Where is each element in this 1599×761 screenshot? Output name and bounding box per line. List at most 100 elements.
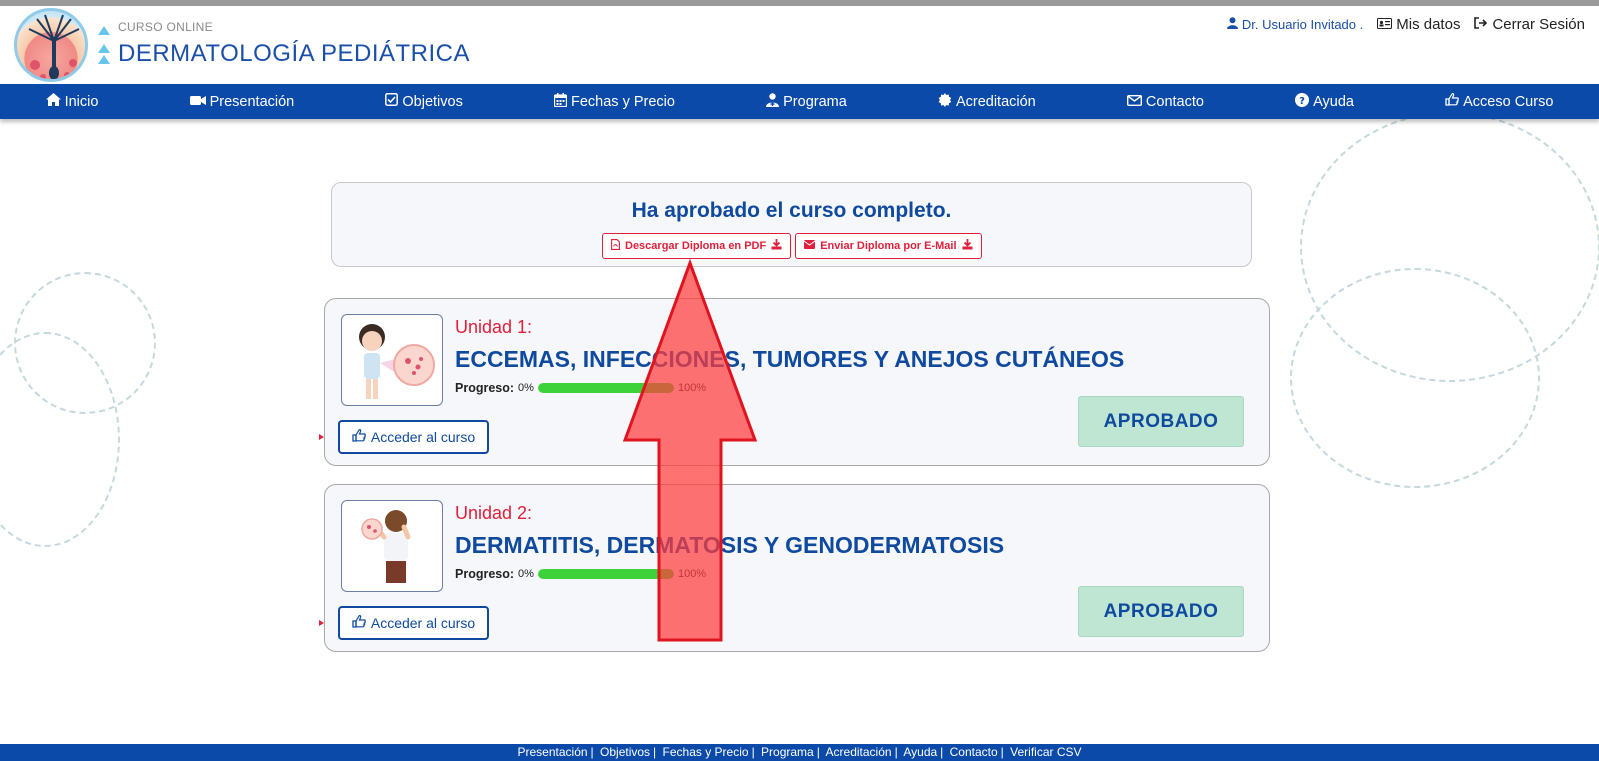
check-square-icon xyxy=(385,93,399,110)
main-nav: Inicio Presentación Objetivos Fechas y P… xyxy=(0,84,1599,119)
status-badge: APROBADO xyxy=(1078,586,1244,637)
access-course-label: Acceder al curso xyxy=(370,429,476,445)
brand-subtitle: CURSO ONLINE xyxy=(118,20,213,34)
footer-link-programa[interactable]: Programa xyxy=(761,745,814,759)
download-pdf-label: Descargar Diploma en PDF xyxy=(625,240,767,252)
decorative-circle-right-2 xyxy=(1290,268,1540,488)
video-camera-icon xyxy=(189,94,206,110)
user-icon xyxy=(1226,17,1238,32)
brand-triangle-icon xyxy=(98,44,110,53)
access-course-label: Acceder al curso xyxy=(370,615,476,631)
nav-item-programa[interactable]: Programa xyxy=(766,92,847,111)
footer-separator: | xyxy=(894,745,898,759)
red-marker-icon xyxy=(319,620,324,626)
unit-2-illustration xyxy=(341,500,443,592)
send-email-label: Enviar Diploma por E-Mail xyxy=(820,240,957,252)
red-marker-icon xyxy=(319,434,324,440)
hand-pointer-icon xyxy=(1445,93,1459,110)
progress-label: Progreso: xyxy=(455,381,515,395)
footer-separator: | xyxy=(940,745,944,759)
progress-bar xyxy=(537,569,674,579)
unit-label: Unidad 1: xyxy=(455,317,533,337)
unit-title: DERMATITIS, DERMATOSIS Y GENODERMATOSIS xyxy=(455,532,1005,558)
nav-label: Presentación xyxy=(209,93,295,110)
file-pdf-icon xyxy=(611,239,620,253)
home-icon xyxy=(45,93,61,110)
progress-min: 0% xyxy=(518,568,534,580)
nav-item-acceso-curso[interactable]: Acceso Curso xyxy=(1445,93,1553,110)
footer-link-ayuda[interactable]: Ayuda xyxy=(903,745,937,759)
footer-separator: | xyxy=(653,745,657,759)
access-course-button[interactable]: Acceder al curso xyxy=(338,606,489,640)
nav-label: Fechas y Precio xyxy=(571,93,675,110)
nav-label: Acreditación xyxy=(955,93,1036,110)
nav-item-acreditacion[interactable]: Acreditación xyxy=(938,92,1036,111)
my-data-link[interactable]: Mis datos xyxy=(1377,16,1460,33)
footer-separator: | xyxy=(590,745,594,759)
site-footer: Presentación | Objetivos | Fechas y Precio… xyxy=(0,744,1599,761)
unit-card-1: Unidad 1: ECCEMAS, INFECCIONES, TUMORES … xyxy=(319,298,1270,466)
nav-item-fechas-precio[interactable]: Fechas y Precio xyxy=(553,92,675,111)
user-bar: Dr. Usuario Invitado . Mis datos Cerrar … xyxy=(1226,16,1585,33)
user-doctor-icon xyxy=(766,92,780,111)
logout-link[interactable]: Cerrar Sesión xyxy=(1474,16,1585,33)
footer-link-contacto[interactable]: Contacto xyxy=(950,745,998,759)
nav-item-presentacion[interactable]: Presentación xyxy=(189,93,295,110)
progress-min: 0% xyxy=(518,382,534,394)
certificate-icon xyxy=(938,92,952,111)
nav-item-objetivos[interactable]: Objetivos xyxy=(385,93,463,110)
footer-link-acreditacion[interactable]: Acreditación xyxy=(826,745,892,759)
unit-label: Unidad 2: xyxy=(455,503,533,523)
footer-separator: | xyxy=(816,745,820,759)
calendar-icon xyxy=(553,92,568,111)
course-approved-panel: Ha aprobado el curso completo. Descargar… xyxy=(331,182,1252,267)
unit-1-illustration xyxy=(341,314,443,406)
footer-separator: | xyxy=(751,745,755,759)
nav-label: Acceso Curso xyxy=(1463,93,1554,110)
approval-message: Ha aprobado el curso completo. xyxy=(631,199,952,222)
download-diploma-pdf-button[interactable]: Descargar Diploma en PDF xyxy=(602,233,792,259)
footer-link-objetivos[interactable]: Objetivos xyxy=(600,745,650,759)
nav-item-ayuda[interactable]: ? Ayuda xyxy=(1295,92,1354,111)
logout-label: Cerrar Sesión xyxy=(1492,16,1585,33)
user-link[interactable]: Dr. Usuario Invitado . xyxy=(1226,17,1364,32)
envelope-icon xyxy=(1126,94,1142,110)
site-header: CURSO ONLINE DERMATOLOGÍA PEDIÁTRICA Dr.… xyxy=(0,6,1599,84)
user-name: Dr. Usuario Invitado . xyxy=(1241,17,1364,32)
my-data-label: Mis datos xyxy=(1396,16,1461,33)
progress-row: Progreso: 0% 100% xyxy=(455,381,706,395)
question-circle-icon: ? xyxy=(1295,92,1310,111)
nav-label: Ayuda xyxy=(1313,93,1354,110)
svg-text:?: ? xyxy=(1299,96,1305,107)
skin-logo-icon xyxy=(14,8,88,82)
brand-triangle-icon xyxy=(98,26,110,35)
nav-label: Programa xyxy=(783,93,847,110)
nav-item-inicio[interactable]: Inicio xyxy=(45,93,99,110)
progress-bar-fill xyxy=(537,569,674,579)
nav-item-contacto[interactable]: Contacto xyxy=(1126,93,1204,110)
envelope-icon xyxy=(803,240,816,252)
hand-pointer-icon xyxy=(352,429,366,445)
download-icon xyxy=(962,239,973,253)
footer-link-verificar-csv[interactable]: Verificar CSV xyxy=(1010,745,1081,759)
nav-label: Objetivos xyxy=(402,93,463,110)
nav-label: Inicio xyxy=(64,93,99,110)
footer-link-presentacion[interactable]: Presentación xyxy=(518,745,588,759)
unit-title: ECCEMAS, INFECCIONES, TUMORES Y ANEJOS C… xyxy=(455,346,1125,372)
progress-max: 100% xyxy=(677,568,707,580)
footer-link-fechas-precio[interactable]: Fechas y Precio xyxy=(663,745,749,759)
nav-label: Contacto xyxy=(1145,93,1204,110)
access-course-button[interactable]: Acceder al curso xyxy=(338,420,489,454)
progress-bar xyxy=(537,383,674,393)
progress-row: Progreso: 0% 100% xyxy=(455,567,706,581)
send-diploma-email-button[interactable]: Enviar Diploma por E-Mail xyxy=(795,233,982,259)
sign-out-icon xyxy=(1474,16,1488,33)
id-card-icon xyxy=(1377,16,1393,33)
brand-triangle-icon xyxy=(98,55,110,64)
hand-pointer-icon xyxy=(352,615,366,631)
progress-label: Progreso: xyxy=(455,567,515,581)
brand-title: DERMATOLOGÍA PEDIÁTRICA xyxy=(118,40,471,67)
status-badge: APROBADO xyxy=(1078,396,1244,447)
progress-max: 100% xyxy=(677,382,707,394)
unit-card-2: Unidad 2: DERMATITIS, DERMATOSIS Y GENOD… xyxy=(319,484,1270,652)
